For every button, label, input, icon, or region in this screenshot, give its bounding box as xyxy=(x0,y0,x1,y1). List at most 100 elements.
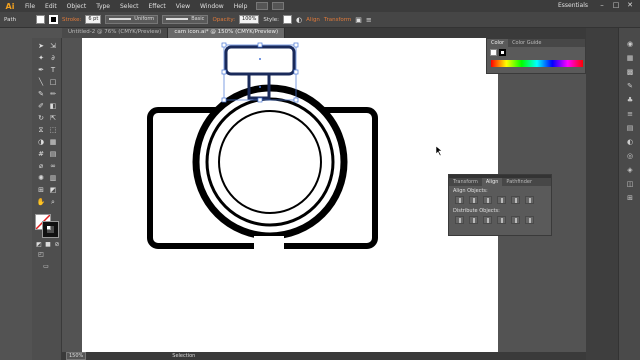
distribute-left-icon[interactable] xyxy=(497,216,506,224)
flash-shape[interactable] xyxy=(224,45,296,76)
magic-wand-tool-icon[interactable]: ✦ xyxy=(36,54,46,63)
zoom-level[interactable]: 150% xyxy=(66,352,87,360)
rotate-tool-icon[interactable]: ↻ xyxy=(36,114,46,123)
lasso-tool-icon[interactable]: ∂ xyxy=(48,54,58,63)
artboards-icon[interactable]: ⊞ xyxy=(625,194,635,202)
menu-window[interactable]: Window xyxy=(195,3,229,10)
pen-tool-icon[interactable]: ✒ xyxy=(36,66,46,75)
maximize-icon[interactable]: □ xyxy=(610,1,622,10)
blob-brush-tool-icon[interactable]: ✐ xyxy=(36,102,46,111)
stroke-link[interactable]: Stroke: xyxy=(62,17,81,23)
color-guide-icon[interactable]: ▦ xyxy=(625,54,635,62)
symbols-icon[interactable]: ♣ xyxy=(625,96,635,104)
align-horizontal-center-icon[interactable] xyxy=(469,196,478,204)
eyedropper-tool-icon[interactable]: ⌀ xyxy=(36,162,46,171)
menu-type[interactable]: Type xyxy=(91,3,115,10)
tab-align[interactable]: Align xyxy=(481,178,503,186)
menu-effect[interactable]: Effect xyxy=(144,3,171,10)
paintbrush-tool-icon[interactable]: ✎ xyxy=(36,90,46,99)
color-spectrum[interactable] xyxy=(491,60,583,67)
type-tool-icon[interactable]: T xyxy=(48,66,58,75)
color-panel-icon[interactable]: ◉ xyxy=(625,40,635,48)
align-right-icon[interactable] xyxy=(483,196,492,204)
none-mode-icon[interactable]: ⊘ xyxy=(52,240,62,249)
brush-definition[interactable]: Basic xyxy=(162,15,209,24)
artboard[interactable] xyxy=(82,38,498,352)
menu-file[interactable]: File xyxy=(20,3,40,10)
selection-tool-icon[interactable]: ➤ xyxy=(36,42,46,51)
menu-view[interactable]: View xyxy=(171,3,195,10)
transform-link[interactable]: Transform xyxy=(324,17,351,23)
align-vertical-center-icon[interactable] xyxy=(511,196,520,204)
swatches-icon[interactable]: ▩ xyxy=(625,68,635,76)
distribute-bottom-icon[interactable] xyxy=(483,216,492,224)
width-tool-icon[interactable]: ⧖ xyxy=(36,126,46,135)
direct-selection-tool-icon[interactable]: ⇲ xyxy=(48,42,58,51)
graph-tool-icon[interactable]: ▥ xyxy=(48,174,58,183)
opacity-field[interactable]: 100% xyxy=(239,15,260,24)
gradient-panel-icon[interactable]: ▤ xyxy=(625,124,635,132)
tab-color-guide[interactable]: Color Guide xyxy=(508,39,545,47)
shape-builder-tool-icon[interactable]: ◑ xyxy=(36,138,46,147)
bridge-icon[interactable] xyxy=(256,2,269,10)
line-tool-icon[interactable]: ╲ xyxy=(36,78,46,87)
fill-swatch[interactable] xyxy=(36,15,45,24)
layers-icon[interactable]: ◫ xyxy=(625,180,635,188)
gradient-tool-icon[interactable]: ▤ xyxy=(48,150,58,159)
blend-tool-icon[interactable]: ∞ xyxy=(48,162,58,171)
stroke-weight-field[interactable]: 6 pt xyxy=(85,15,102,24)
rectangle-tool-icon[interactable]: □ xyxy=(48,78,58,87)
distribute-right-icon[interactable] xyxy=(525,216,534,224)
tab-color[interactable]: Color xyxy=(487,39,509,47)
center-point xyxy=(259,86,261,88)
eraser-tool-icon[interactable]: ◧ xyxy=(48,102,58,111)
symbol-sprayer-tool-icon[interactable]: ✺ xyxy=(36,174,46,183)
align-buttons xyxy=(449,194,551,206)
stroke-panel-icon[interactable]: ≡ xyxy=(625,110,635,118)
menu-select[interactable]: Select xyxy=(115,3,144,10)
distribute-vertical-center-icon[interactable] xyxy=(469,216,478,224)
pencil-tool-icon[interactable]: ✏ xyxy=(48,90,58,99)
panel-fill-swatch[interactable] xyxy=(490,49,497,56)
minimize-icon[interactable]: – xyxy=(596,1,608,10)
appearance-icon[interactable]: ◎ xyxy=(625,152,635,160)
distribute-top-icon[interactable] xyxy=(455,216,464,224)
zoom-tool-icon[interactable]: ⌕ xyxy=(48,198,58,207)
menu-object[interactable]: Object xyxy=(62,3,92,10)
variable-width-profile[interactable]: Uniform xyxy=(105,15,159,24)
align-link[interactable]: Align xyxy=(306,17,320,23)
opacity-link[interactable]: Opacity: xyxy=(212,17,235,23)
style-swatch[interactable] xyxy=(283,15,293,24)
control-panel-menu-icon[interactable]: ≡ xyxy=(366,16,372,24)
hand-tool-icon[interactable]: ✋ xyxy=(36,198,46,207)
distribute-horizontal-center-icon[interactable] xyxy=(511,216,520,224)
draw-mode-icon[interactable]: ◰ xyxy=(36,250,46,259)
recolor-icon[interactable]: ◐ xyxy=(296,16,302,24)
perspective-grid-tool-icon[interactable]: ▦ xyxy=(48,138,58,147)
scale-tool-icon[interactable]: ⇱ xyxy=(48,114,58,123)
arrange-documents-icon[interactable] xyxy=(272,2,285,10)
free-transform-tool-icon[interactable]: ⬚ xyxy=(48,126,58,135)
mesh-tool-icon[interactable]: # xyxy=(36,150,46,159)
isolate-icon[interactable]: ▣ xyxy=(355,16,362,24)
workspace-switcher[interactable]: Essentials xyxy=(558,2,588,9)
screen-mode-icon[interactable]: ▭ xyxy=(41,262,51,271)
stroke-color-box[interactable] xyxy=(42,221,59,238)
slice-tool-icon[interactable]: ◩ xyxy=(48,186,58,195)
align-left-icon[interactable] xyxy=(455,196,464,204)
align-top-icon[interactable] xyxy=(497,196,506,204)
tab-transform[interactable]: Transform xyxy=(449,178,482,186)
document-tab-active[interactable]: cam icon.ai* @ 150% (CMYK/Preview) xyxy=(168,28,286,38)
artboard-tool-icon[interactable]: ⊞ xyxy=(36,186,46,195)
document-tab[interactable]: Untitled-2 @ 76% (CMYK/Preview) xyxy=(62,28,169,38)
menu-help[interactable]: Help xyxy=(229,3,253,10)
brushes-icon[interactable]: ✎ xyxy=(625,82,635,90)
transparency-icon[interactable]: ◐ xyxy=(625,138,635,146)
panel-stroke-swatch[interactable] xyxy=(499,49,506,56)
align-bottom-icon[interactable] xyxy=(525,196,534,204)
tab-pathfinder[interactable]: Pathfinder xyxy=(502,178,536,186)
menu-edit[interactable]: Edit xyxy=(40,3,62,10)
graphic-styles-icon[interactable]: ◈ xyxy=(625,166,635,174)
stroke-swatch[interactable] xyxy=(49,15,58,24)
close-icon[interactable]: ✕ xyxy=(624,1,636,10)
